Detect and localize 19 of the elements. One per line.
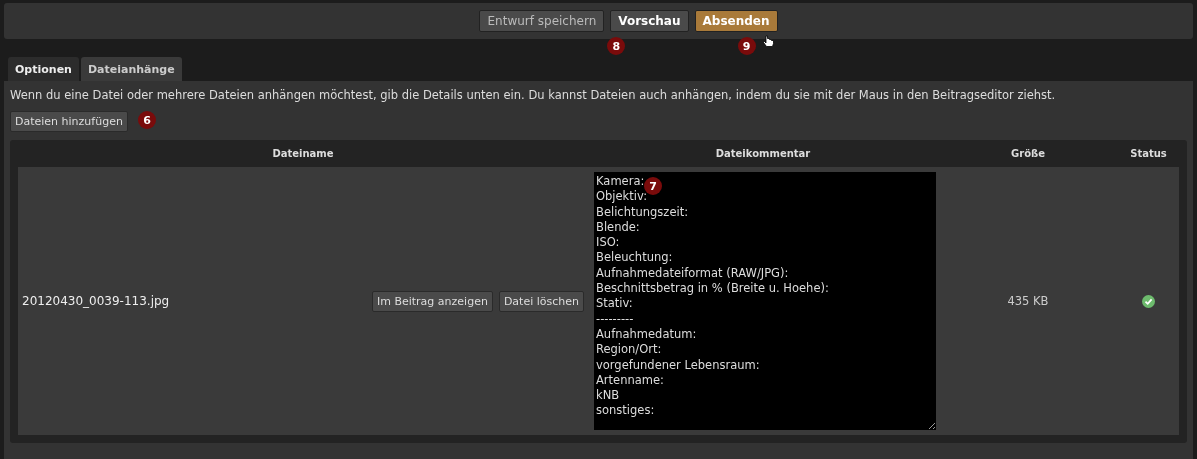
toolbar-button[interactable]: Entwurf speichern — [479, 10, 605, 32]
toolbar-button[interactable]: Vorschau — [610, 10, 689, 32]
file-size: 435 KB — [1006, 294, 1050, 308]
number-badge: 9 — [737, 37, 756, 55]
submit-button[interactable]: Absenden — [694, 10, 778, 32]
number-badge: 6 — [138, 111, 156, 129]
tab[interactable]: Optionen — [8, 57, 79, 81]
number-badge: 8 — [607, 37, 626, 55]
file-name: 20120430_0039-113.jpg — [22, 294, 170, 308]
column-header: Dateiname — [271, 148, 335, 159]
add-files-button[interactable]: Dateien hinzufügen — [10, 111, 128, 132]
column-header: Status — [1129, 148, 1168, 159]
column-header: Dateikommentar — [714, 148, 812, 159]
column-header: Größe — [1010, 148, 1046, 159]
hand-cursor-icon — [762, 35, 774, 49]
file-action-button[interactable]: Im Beitrag anzeigen — [371, 290, 493, 312]
tab[interactable]: Dateianhänge — [80, 57, 182, 81]
intro-text: Wenn du eine Datei oder mehrere Dateien anhängen möchtest, gib die Details unten ein. Du kannst Dateien auch anhängen, indem du sie mit der Maus in den Beitragseditor ziehst. — [10, 88, 1057, 102]
file-action-button[interactable]: Datei löschen — [498, 290, 584, 312]
